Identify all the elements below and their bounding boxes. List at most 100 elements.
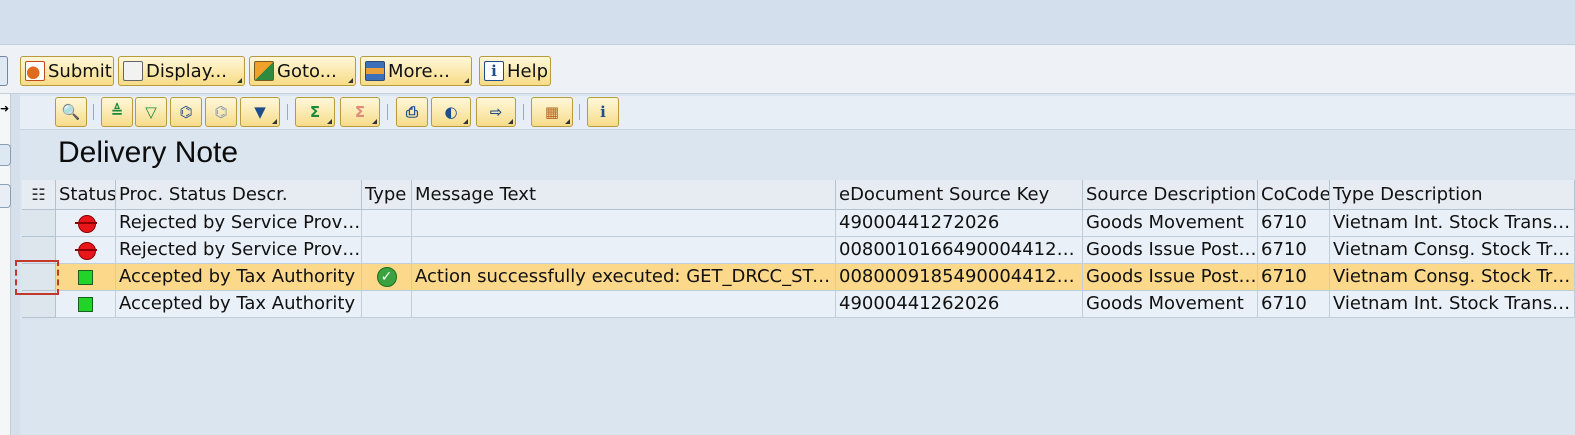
status-green-icon bbox=[78, 296, 93, 312]
type-cell bbox=[362, 210, 412, 237]
column-header-source-description[interactable]: Source Description bbox=[1083, 180, 1258, 210]
submit-icon bbox=[25, 61, 45, 81]
proc-status-cell: Accepted by Tax Authority bbox=[116, 264, 362, 291]
source-key-cell: 008000918549000441292026 bbox=[836, 264, 1083, 291]
column-header-proc-status[interactable]: Proc. Status Descr. bbox=[116, 180, 362, 210]
source-description-cell: Goods Movement bbox=[1083, 210, 1258, 237]
help-label: Help bbox=[507, 60, 549, 82]
type-description-cell: Vietnam Int. Stock Transfer bbox=[1330, 291, 1575, 318]
row-selector[interactable] bbox=[22, 291, 56, 318]
cocode-cell: 6710 bbox=[1258, 210, 1330, 237]
column-settings-button[interactable]: ☷ bbox=[22, 180, 56, 210]
separator bbox=[579, 104, 580, 120]
info-icon: i bbox=[600, 103, 606, 121]
info-button[interactable]: i bbox=[587, 97, 619, 127]
dropdown-triangle-icon bbox=[464, 78, 469, 83]
source-key-cell: 008001016649000441282026 bbox=[836, 237, 1083, 264]
dropdown-triangle-icon bbox=[348, 78, 353, 83]
display-label: Display... bbox=[146, 60, 227, 82]
type-description-cell: Vietnam Consg. Stock Tra... bbox=[1330, 264, 1575, 291]
goto-icon bbox=[254, 61, 274, 81]
status-cell bbox=[56, 264, 116, 291]
proc-status-cell: Rejected by Service Provider bbox=[116, 210, 362, 237]
status-cell bbox=[56, 291, 116, 318]
status-cell bbox=[56, 237, 116, 264]
left-navigation-strip: ➜ bbox=[0, 94, 11, 435]
export-button[interactable]: ⇨ bbox=[476, 97, 516, 127]
layout-button[interactable]: ▦ bbox=[531, 97, 573, 127]
message-cell bbox=[412, 237, 836, 264]
column-settings-icon: ☷ bbox=[31, 185, 46, 204]
column-header-message-text[interactable]: Message Text bbox=[412, 180, 836, 210]
source-key-cell: 49000441272026 bbox=[836, 210, 1083, 237]
subtotal-button[interactable]: Σ bbox=[340, 97, 380, 127]
sort-descending-button[interactable]: ▽ bbox=[135, 97, 167, 127]
cocode-cell: 6710 bbox=[1258, 264, 1330, 291]
dropdown-triangle-icon bbox=[327, 119, 332, 124]
separator bbox=[387, 104, 388, 120]
separator bbox=[287, 104, 288, 120]
dropdown-triangle-icon bbox=[372, 119, 377, 124]
find-next-icon: ⌬ bbox=[214, 103, 228, 121]
dropdown-triangle-icon bbox=[272, 119, 277, 124]
cocode-cell: 6710 bbox=[1258, 237, 1330, 264]
print-icon: ⎙ bbox=[405, 103, 418, 121]
type-description-cell: Vietnam Consg. Stock Tra... bbox=[1330, 237, 1575, 264]
layout-icon: ▦ bbox=[544, 103, 560, 121]
source-key-cell: 49000441262026 bbox=[836, 291, 1083, 318]
find-icon: ⌬ bbox=[179, 103, 193, 121]
sort-descending-icon: ▽ bbox=[145, 103, 157, 121]
dropdown-triangle-icon bbox=[565, 119, 570, 124]
type-cell bbox=[362, 237, 412, 264]
view-icon: ◐ bbox=[444, 103, 458, 121]
filter-icon: ▼ bbox=[254, 103, 266, 121]
column-header-cocode[interactable]: CoCode bbox=[1258, 180, 1330, 210]
total-button[interactable]: Σ bbox=[295, 97, 335, 127]
left-strip-field[interactable] bbox=[0, 184, 11, 208]
source-description-cell: Goods Movement bbox=[1083, 291, 1258, 318]
dropdown-triangle-icon bbox=[237, 78, 242, 83]
sort-ascending-icon: ≜ bbox=[110, 103, 124, 121]
display-button[interactable]: Display... bbox=[118, 56, 245, 86]
separator bbox=[523, 104, 524, 120]
more-icon bbox=[365, 61, 385, 81]
column-header-status[interactable]: Status bbox=[56, 180, 116, 210]
row-selector[interactable] bbox=[22, 210, 56, 237]
type-description-cell: Vietnam Int. Stock Transfer bbox=[1330, 210, 1575, 237]
type-cell bbox=[362, 291, 412, 318]
success-check-icon: ✓ bbox=[376, 267, 397, 287]
submit-button[interactable]: Submit bbox=[20, 56, 114, 86]
column-header-type-description[interactable]: Type Description bbox=[1330, 180, 1575, 210]
goto-label: Goto... bbox=[277, 60, 337, 82]
window-top-band bbox=[0, 0, 1575, 44]
details-button[interactable]: 🔍 bbox=[55, 97, 87, 127]
page-title: Delivery Note bbox=[58, 136, 239, 169]
status-red-icon bbox=[74, 240, 97, 260]
export-icon: ⇨ bbox=[489, 103, 503, 121]
view-button[interactable]: ◐ bbox=[431, 97, 471, 127]
find-button[interactable]: ⌬ bbox=[170, 97, 202, 127]
arrow-right-icon[interactable]: ➜ bbox=[0, 102, 9, 115]
dropdown-triangle-icon bbox=[463, 119, 468, 124]
row-focus-marker bbox=[15, 260, 59, 295]
help-button[interactable]: i Help bbox=[479, 56, 551, 86]
type-cell: ✓ bbox=[362, 264, 412, 291]
save-button-edge[interactable] bbox=[0, 56, 8, 86]
column-header-source-key[interactable]: eDocument Source Key bbox=[836, 180, 1083, 210]
status-red-icon bbox=[74, 213, 97, 233]
sort-ascending-button[interactable]: ≜ bbox=[101, 97, 133, 127]
goto-button[interactable]: Goto... bbox=[249, 56, 356, 86]
separator bbox=[93, 104, 94, 120]
more-button[interactable]: More... bbox=[360, 56, 472, 86]
find-next-button[interactable]: ⌬ bbox=[205, 97, 237, 127]
subtotal-icon: Σ bbox=[354, 103, 366, 121]
message-cell: Action successfully executed: GET_DRCC_S… bbox=[412, 264, 836, 291]
source-description-cell: Goods Issue Posting bbox=[1083, 237, 1258, 264]
filter-button[interactable]: ▼ bbox=[240, 97, 280, 127]
column-header-type[interactable]: Type bbox=[362, 180, 412, 210]
print-button[interactable]: ⎙ bbox=[396, 97, 428, 127]
source-description-cell: Goods Issue Posting bbox=[1083, 264, 1258, 291]
proc-status-cell: Accepted by Tax Authority bbox=[116, 291, 362, 318]
left-strip-button[interactable] bbox=[0, 144, 11, 166]
submit-label: Submit bbox=[48, 60, 112, 82]
